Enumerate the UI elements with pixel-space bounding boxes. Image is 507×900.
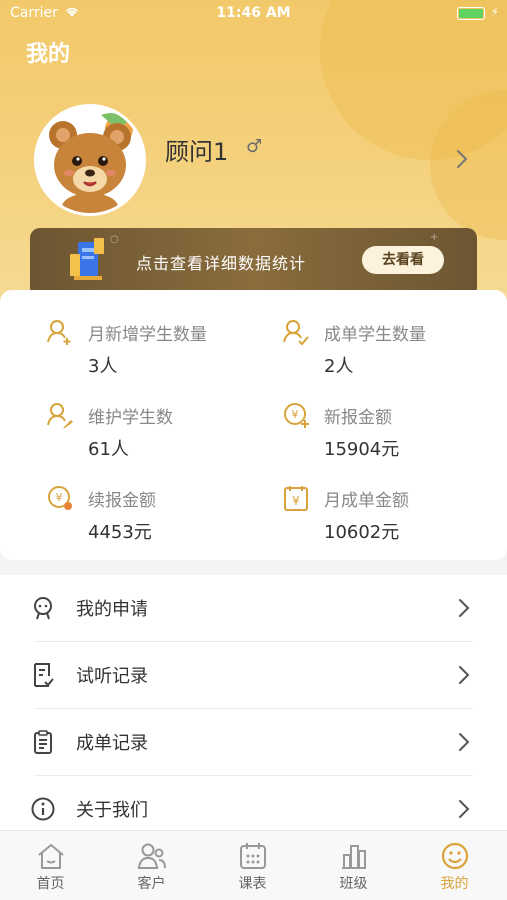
stats-card: 月新增学生数量 3人 成单学生数量 2人 维护学生数 61人 ¥ 新报金额 15… [0, 290, 507, 560]
bear-avatar-icon [37, 107, 143, 213]
tab-customers[interactable]: 客户 [101, 831, 202, 900]
stat-value: 10602元 [324, 522, 400, 543]
menu-item-label: 关于我们 [76, 800, 148, 821]
yuan-calendar-icon: ¥ [284, 486, 308, 511]
view-stats-button[interactable]: 去看看 [362, 246, 444, 274]
student-check-icon [283, 320, 309, 346]
svg-text:¥: ¥ [292, 494, 300, 508]
stat-value: 15904元 [324, 439, 400, 460]
battery-icon [457, 7, 485, 20]
male-icon: ♂ [246, 136, 263, 157]
chevron-right-icon [459, 666, 470, 684]
menu-item-order-records[interactable]: 成单记录 [0, 709, 507, 776]
svg-text:¥: ¥ [292, 408, 299, 421]
svg-text:¥: ¥ [56, 491, 63, 504]
tab-bar: 首页 客户 课表 班级 我的 [0, 830, 507, 900]
yuan-renew-icon: ¥ [48, 486, 72, 510]
stat-value: 61人 [88, 439, 129, 460]
charging-icon: ⚡ [490, 5, 499, 19]
tab-label: 客户 [137, 876, 166, 892]
stat-item: 成单学生数量 2人 [282, 318, 507, 388]
stat-item: ¥ 月成单金额 10602元 [282, 484, 507, 554]
stat-value: 3人 [88, 356, 118, 377]
stat-value: 2人 [324, 356, 354, 377]
trial-record-icon [34, 663, 54, 687]
stat-value: 4453元 [88, 522, 152, 543]
tab-label: 班级 [339, 876, 368, 892]
menu-item-label: 我的申请 [76, 599, 148, 620]
username: 顾问1 [165, 138, 229, 166]
application-icon [34, 597, 52, 620]
smile-icon [441, 842, 469, 870]
tab-home[interactable]: 首页 [0, 831, 101, 900]
stats-banner[interactable]: ○ + 点击查看详细数据统计 去看看 [30, 228, 477, 298]
menu-item-label: 试听记录 [76, 666, 148, 687]
order-record-icon [34, 730, 52, 754]
student-edit-icon [47, 403, 73, 428]
stat-item: 维护学生数 61人 [46, 401, 286, 471]
info-icon [31, 797, 55, 821]
tab-label: 我的 [440, 876, 469, 892]
menu-item-my-applications[interactable]: 我的申请 [0, 575, 507, 642]
chevron-right-icon[interactable] [455, 148, 469, 170]
stat-item: 月新增学生数量 3人 [46, 318, 286, 388]
menu-item-label: 成单记录 [76, 733, 148, 754]
stat-label: 续报金额 [88, 491, 156, 511]
home-icon [38, 843, 64, 869]
clock: 11:46 AM [216, 5, 291, 21]
stat-label: 成单学生数量 [324, 325, 426, 345]
calendar-icon [240, 843, 266, 869]
tab-schedule[interactable]: 课表 [202, 831, 303, 900]
yuan-add-icon: ¥ [284, 403, 309, 428]
stat-label: 新报金额 [324, 408, 392, 428]
sparkle-icon: ○ [110, 234, 119, 245]
stat-item: ¥ 续报金额 4453元 [46, 484, 286, 554]
sparkle-icon: + [430, 232, 439, 243]
stat-label: 维护学生数 [88, 408, 173, 428]
data-report-icon [70, 238, 104, 280]
tab-label: 首页 [36, 876, 65, 892]
status-bar: Carrier 11:46 AM ⚡ [0, 0, 507, 28]
tab-class[interactable]: 班级 [303, 831, 404, 900]
menu-item-trial-records[interactable]: 试听记录 [0, 642, 507, 709]
tab-label: 课表 [238, 876, 267, 892]
avatar[interactable] [34, 104, 146, 216]
tab-mine[interactable]: 我的 [404, 831, 505, 900]
stat-label: 月成单金额 [324, 491, 409, 511]
class-icon [342, 845, 366, 869]
stat-label: 月新增学生数量 [88, 325, 207, 345]
chevron-right-icon [459, 800, 470, 818]
customers-icon [137, 843, 166, 869]
page-title: 我的 [26, 42, 71, 67]
chevron-right-icon [459, 599, 470, 617]
menu-list: 我的申请 试听记录 成单记录 关于我们 [0, 575, 507, 835]
stat-item: ¥ 新报金额 15904元 [282, 401, 507, 471]
chevron-right-icon [459, 733, 470, 751]
banner-text: 点击查看详细数据统计 [136, 254, 307, 273]
student-add-icon [47, 320, 71, 345]
